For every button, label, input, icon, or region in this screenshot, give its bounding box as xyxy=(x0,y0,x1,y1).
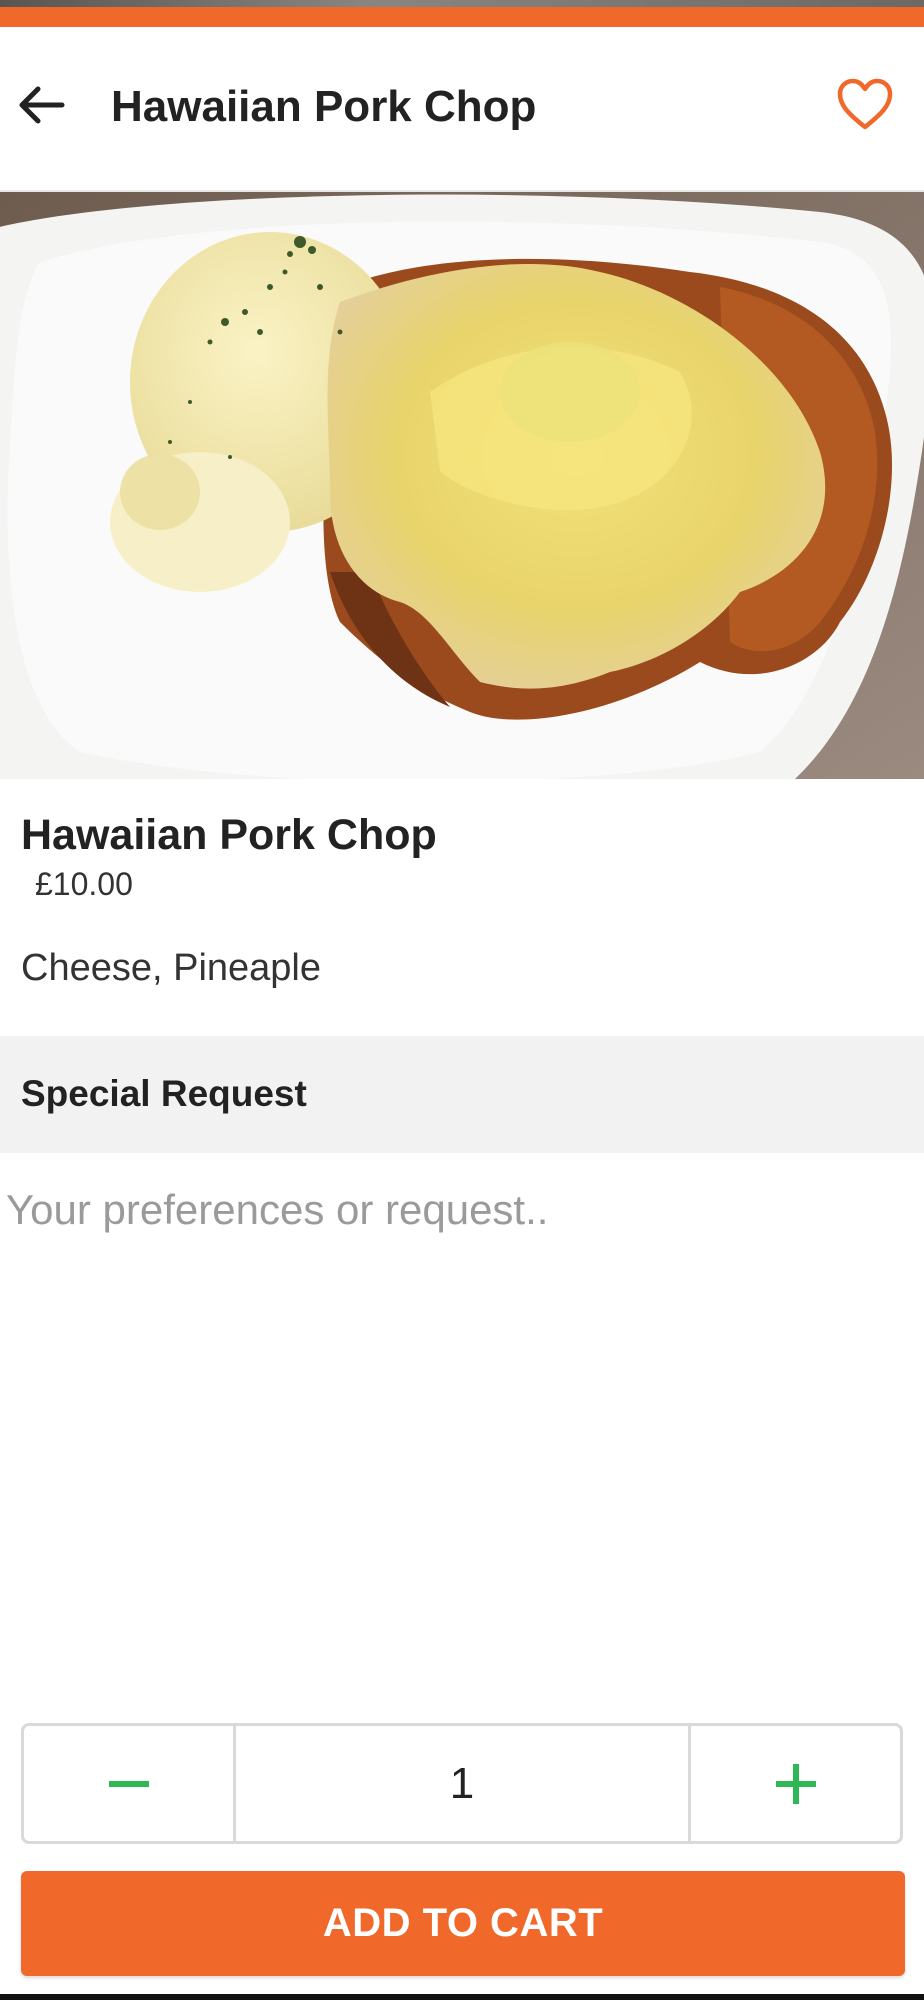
quantity-stepper: 1 xyxy=(21,1723,903,1844)
navigation-bar-edge xyxy=(0,1994,924,2000)
arrow-left-icon xyxy=(19,86,65,124)
increment-button[interactable] xyxy=(688,1726,900,1841)
decrement-button[interactable] xyxy=(24,1726,236,1841)
accent-bar xyxy=(0,7,924,27)
item-price: £10.00 xyxy=(35,866,133,902)
heart-outline-icon xyxy=(837,78,893,130)
special-request-header: Special Request xyxy=(0,1036,924,1153)
quantity-value: 1 xyxy=(449,1758,475,1808)
favorite-button[interactable] xyxy=(836,77,894,133)
plus-icon xyxy=(775,1763,816,1804)
app-bar: Hawaiian Pork Chop xyxy=(0,27,924,192)
item-description: Cheese, Pineaple xyxy=(21,947,321,989)
add-to-cart-button[interactable]: ADD TO CART xyxy=(21,1871,905,1976)
status-bar xyxy=(0,0,924,7)
special-request-input[interactable] xyxy=(0,1160,924,1700)
item-detail-screen: Hawaiian Pork Chop Hawaiian Pork Chop £1… xyxy=(0,0,924,2000)
minus-icon xyxy=(108,1780,149,1787)
item-name: Hawaiian Pork Chop xyxy=(21,811,437,859)
dish-photo xyxy=(0,192,924,779)
page-title: Hawaiian Pork Chop xyxy=(111,82,537,131)
add-to-cart-label: ADD TO CART xyxy=(322,1901,604,1945)
special-request-title: Special Request xyxy=(21,1073,307,1114)
back-button[interactable] xyxy=(14,77,70,133)
